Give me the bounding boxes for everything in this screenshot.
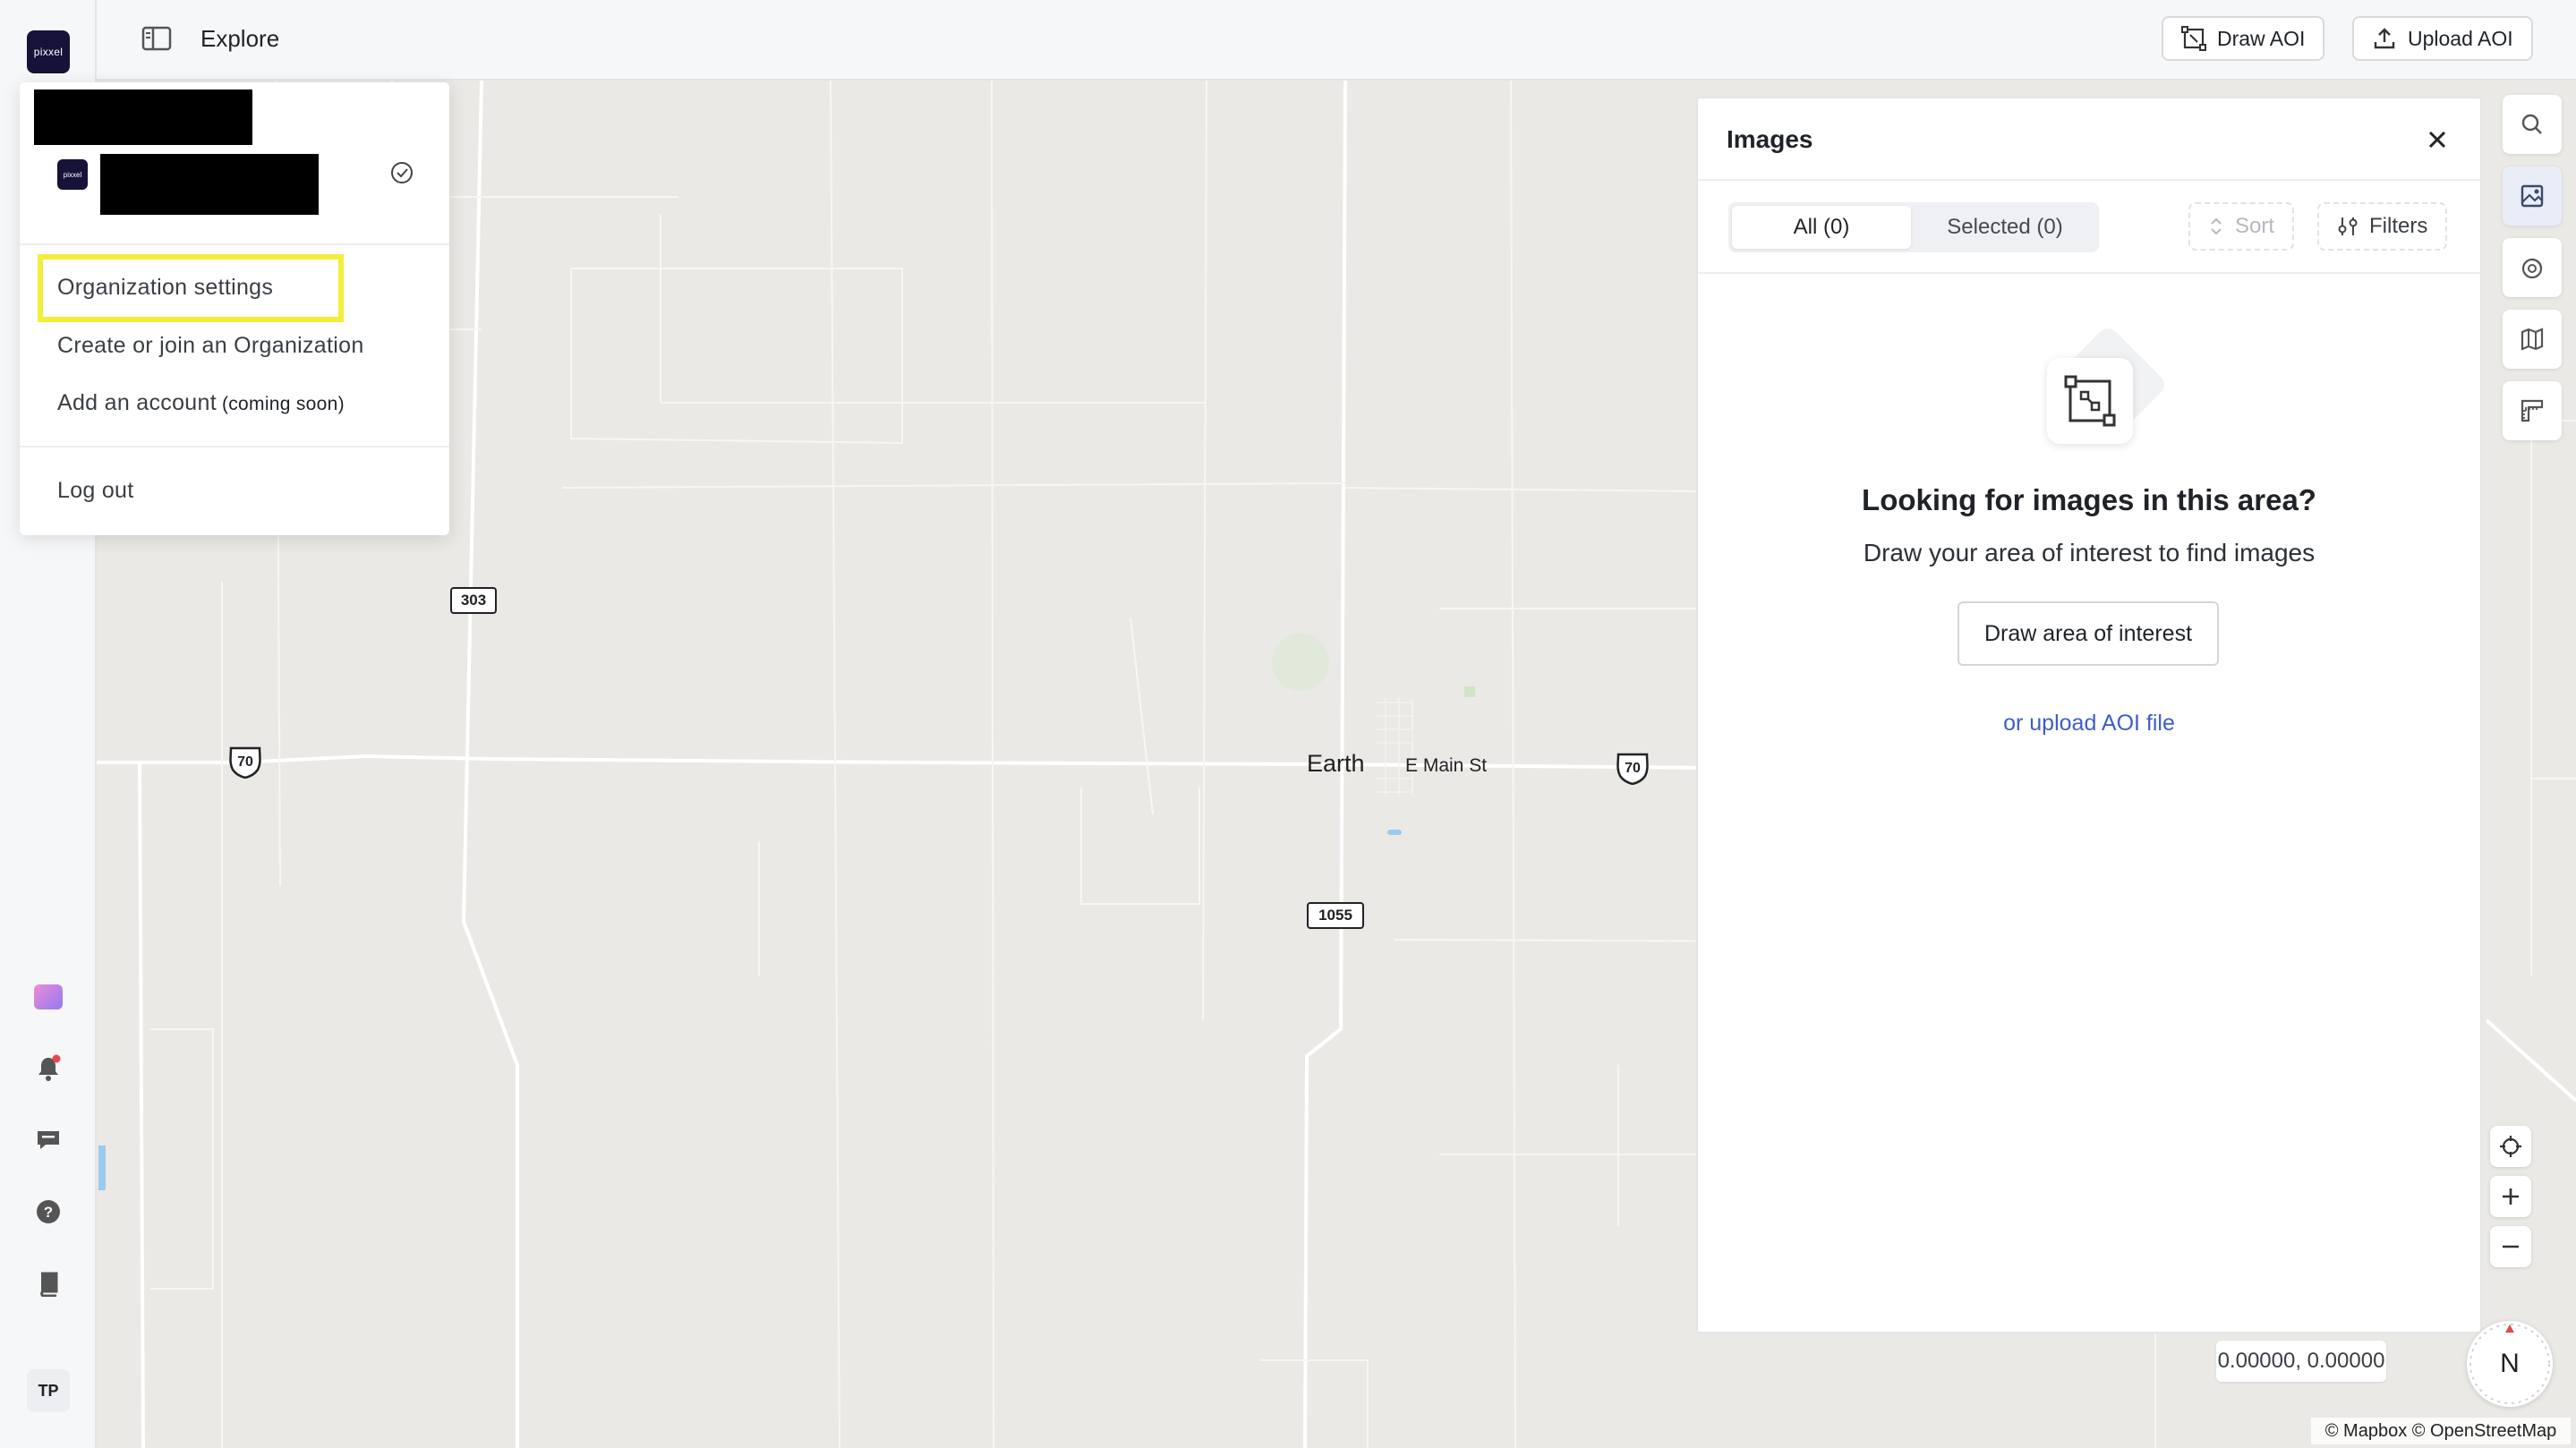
svg-text:?: ? <box>44 1204 53 1221</box>
empty-state-subtext: Draw your area of interest to find image… <box>1863 539 2316 566</box>
org-logo-text: pixxel <box>63 170 82 179</box>
compass-north-label: N <box>2500 1349 2520 1378</box>
plus-icon <box>2503 1188 2519 1205</box>
panel-toolbar-divider <box>1698 272 2480 274</box>
zoom-in-button[interactable] <box>2490 1176 2531 1217</box>
upload-aoi-button[interactable]: Upload AOI <box>2352 16 2533 61</box>
crosshair-icon <box>2500 1136 2521 1157</box>
top-bar: Explore Draw AOI Upload AOI <box>97 0 2576 81</box>
images-tool-button[interactable] <box>2503 166 2562 226</box>
sort-button[interactable]: Sort <box>2188 202 2295 251</box>
ruler-icon <box>2521 399 2544 422</box>
redacted-account-name <box>34 89 252 145</box>
filters-label: Filters <box>2369 214 2428 238</box>
highlight-box <box>38 254 344 322</box>
tab-selected[interactable]: Selected (0) <box>1915 206 2095 249</box>
user-avatar[interactable]: TP <box>27 1369 70 1412</box>
us-route-shield-70-west: 70 <box>227 746 263 779</box>
upload-icon <box>2374 28 2395 49</box>
draw-aoi-button[interactable]: Draw AOI <box>2162 16 2325 61</box>
gradient-app-swatch <box>34 984 63 1009</box>
panel-header-divider <box>1698 179 2480 181</box>
close-icon[interactable] <box>2423 125 2452 154</box>
help-icon[interactable]: ? <box>32 1196 64 1228</box>
town-label-earth: Earth <box>1307 750 1365 777</box>
images-panel: Images All (0) Selected (0) Sort Filters… <box>1696 97 2482 1333</box>
images-icon <box>2521 184 2544 208</box>
selected-check-icon <box>388 159 415 186</box>
notifications-bell-icon[interactable] <box>32 1052 64 1085</box>
org-logo: pixxel <box>57 159 88 190</box>
images-panel-title: Images <box>1727 125 1813 153</box>
avatar-initials: TP <box>38 1381 59 1400</box>
compass-button[interactable]: N <box>2467 1321 2553 1407</box>
empty-state-heading: Looking for images in this area? <box>1862 483 2316 516</box>
draw-area-of-interest-button[interactable]: Draw area of interest <box>1958 601 2219 666</box>
analytics-tool-button[interactable] <box>2503 238 2562 297</box>
coordinate-readout: 0.00000, 0.00000 <box>2216 1341 2386 1382</box>
menu-item-log-out[interactable]: Log out <box>57 478 134 504</box>
images-tabs: All (0) Selected (0) <box>1728 202 2099 252</box>
sort-icon <box>2211 217 2222 235</box>
app-logo-text: pixxel <box>33 46 64 58</box>
us-route-70-west-number: 70 <box>237 754 253 770</box>
menu-item-add-account[interactable]: Add an account (coming soon) <box>57 390 345 416</box>
page-title: Explore <box>200 25 280 52</box>
search-icon <box>2521 114 2542 134</box>
locate-button[interactable] <box>2490 1126 2531 1167</box>
draw-aoi-icon <box>2181 26 2206 51</box>
us-route-shield-70-east: 70 <box>1615 753 1651 785</box>
state-route-shield-1055: 1055 <box>1307 902 1364 929</box>
docs-book-icon[interactable] <box>32 1267 64 1299</box>
map-icon <box>2521 328 2544 351</box>
minus-icon <box>2503 1245 2519 1248</box>
tab-all[interactable]: All (0) <box>1732 206 1911 249</box>
basemap-tool-button[interactable] <box>2503 310 2562 369</box>
redacted-org-name[interactable] <box>100 154 319 215</box>
us-route-70-east-number: 70 <box>1625 761 1641 776</box>
state-route-shield-303: 303 <box>450 587 497 614</box>
app-logo[interactable]: pixxel <box>27 30 70 73</box>
analytics-icon <box>2521 258 2543 279</box>
chat-icon[interactable] <box>32 1124 64 1156</box>
menu-divider <box>20 243 449 245</box>
filters-button[interactable]: Filters <box>2317 202 2448 251</box>
sidebar-toggle-icon[interactable] <box>141 25 172 52</box>
measure-tool-button[interactable] <box>2503 381 2562 440</box>
menu-divider <box>20 446 449 447</box>
upload-aoi-file-link[interactable]: or upload AOI file <box>1698 711 2480 737</box>
menu-item-create-join-organization[interactable]: Create or join an Organization <box>57 333 364 359</box>
gradient-app-icon[interactable] <box>32 981 64 1013</box>
upload-aoi-label: Upload AOI <box>2408 26 2513 50</box>
sort-label: Sort <box>2235 214 2275 238</box>
search-tool-button[interactable] <box>2503 95 2562 154</box>
draw-aoi-label: Draw AOI <box>2217 26 2306 50</box>
zoom-out-button[interactable] <box>2490 1226 2531 1267</box>
add-account-label: Add an account <box>57 390 217 415</box>
coming-soon-note: (coming soon) <box>221 394 345 414</box>
aoi-shape-icon <box>2047 358 2133 444</box>
map-attribution[interactable]: © Mapbox © OpenStreetMap <box>2311 1418 2571 1444</box>
filters-icon <box>2338 217 2358 235</box>
account-menu: pixxel Organization settings Create or j… <box>20 82 449 535</box>
street-label: E Main St <box>1405 755 1488 776</box>
